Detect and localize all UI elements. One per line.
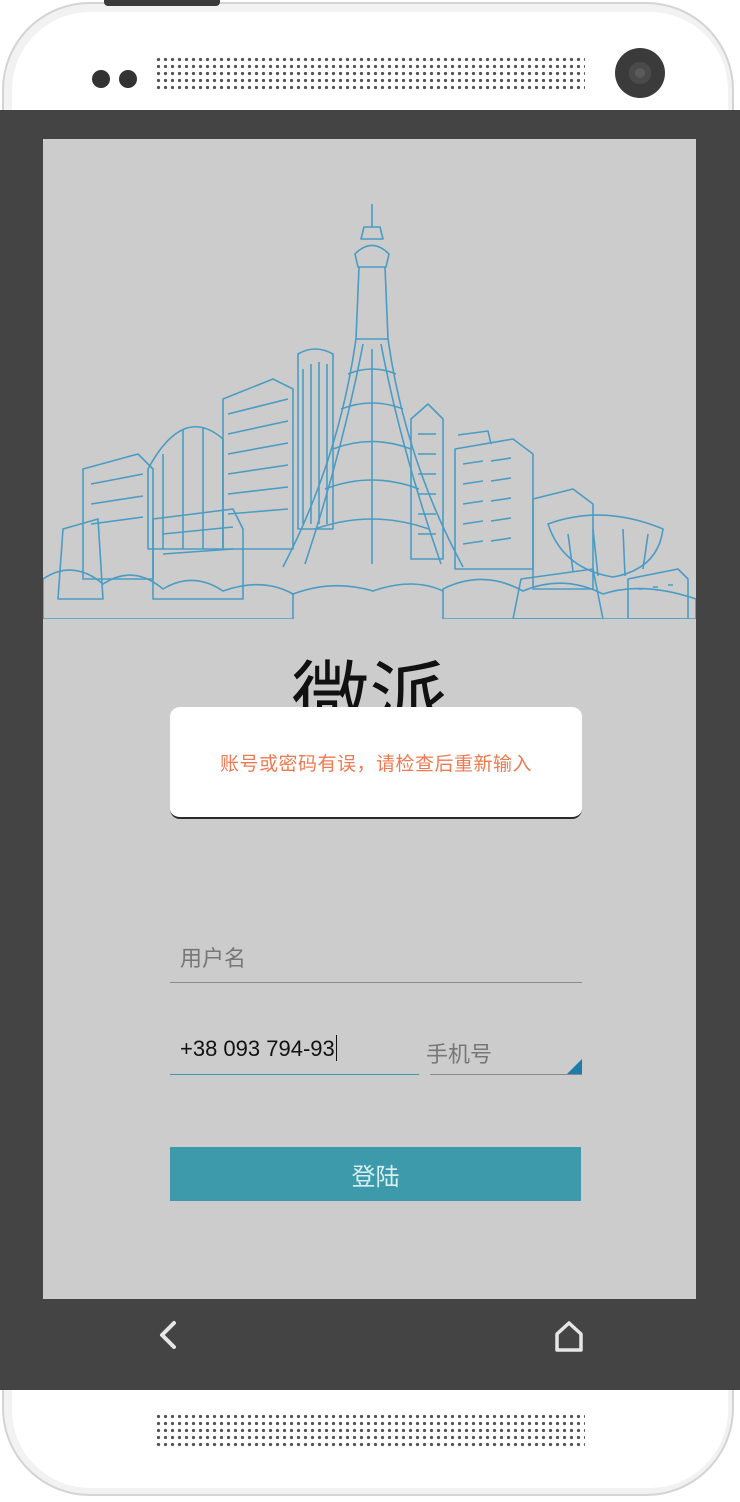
phone-type-spinner[interactable]: 手机号 bbox=[426, 1021, 582, 1075]
phone-number-input[interactable]: +38 093 794-93 bbox=[170, 1021, 419, 1075]
proximity-sensor bbox=[92, 70, 110, 88]
front-camera bbox=[615, 48, 665, 98]
username-placeholder: 用户名 bbox=[180, 947, 247, 972]
phone-number-value: +38 093 794-93 bbox=[180, 1035, 337, 1061]
login-button[interactable]: 登陆 bbox=[170, 1147, 581, 1201]
error-toast-message: 账号或密码有误，请检查后重新输入 bbox=[219, 752, 532, 775]
light-sensor bbox=[119, 70, 137, 88]
phone-type-label: 手机号 bbox=[426, 1043, 493, 1068]
home-glyph bbox=[555, 1321, 583, 1352]
text-caret bbox=[335, 1035, 337, 1061]
top-notch bbox=[104, 0, 220, 6]
back-chevron-glyph bbox=[160, 1321, 176, 1349]
spinner-dropdown-icon bbox=[567, 1059, 582, 1074]
app-screen: 微派 用户名 +38 093 794-93 手机号 登陆 账号或密码有误，请检查… bbox=[43, 139, 696, 1299]
back-chevron-icon[interactable] bbox=[150, 1315, 186, 1355]
home-icon[interactable] bbox=[550, 1318, 588, 1354]
bottom-speaker-grille bbox=[155, 1413, 585, 1447]
error-toast: 账号或密码有误，请检查后重新输入 bbox=[170, 707, 582, 819]
phone-device: 微派 用户名 +38 093 794-93 手机号 登陆 账号或密码有误，请检查… bbox=[0, 0, 740, 1502]
earpiece-speaker-grille bbox=[155, 56, 585, 90]
city-skyline-illustration bbox=[43, 204, 696, 619]
username-field[interactable]: 用户名 bbox=[170, 929, 582, 983]
